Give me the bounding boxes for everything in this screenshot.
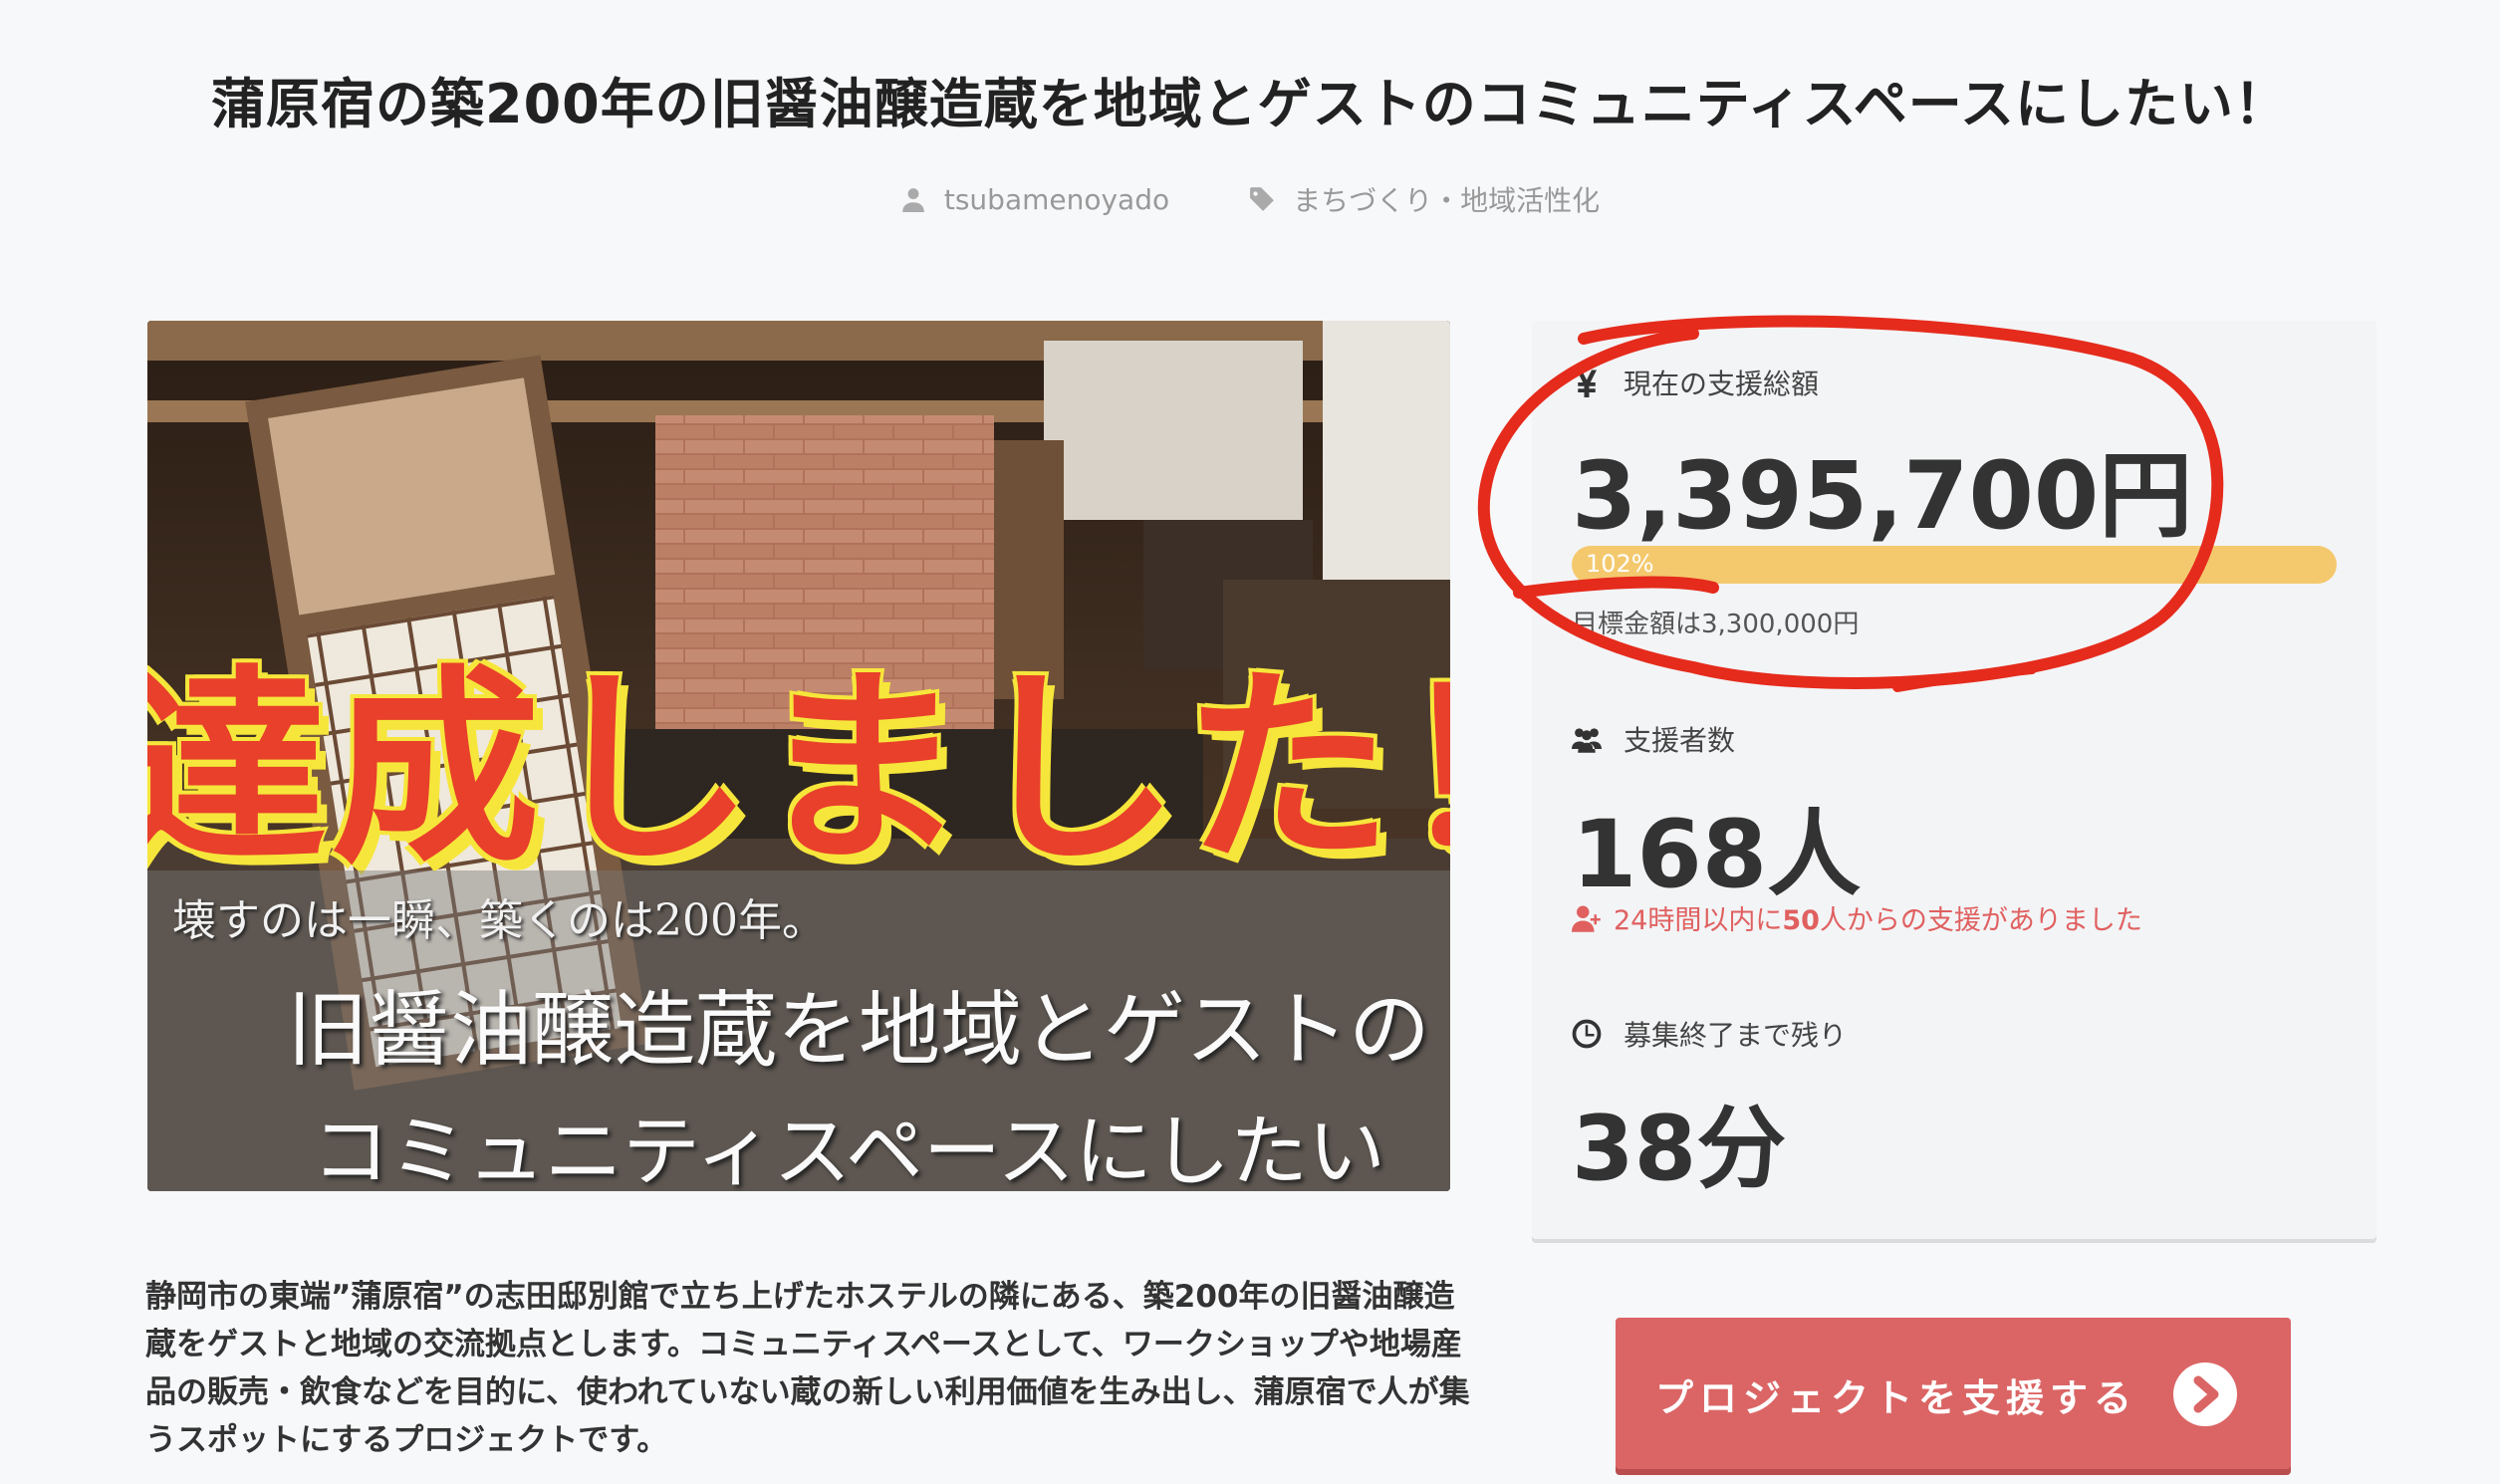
owner-link[interactable]: tsubamenoyado — [900, 179, 1169, 219]
recent-prefix: 24時間以内に — [1614, 905, 1783, 936]
support-button-label: プロジェクトを支援する — [1655, 1376, 2138, 1420]
supporters-label-row: 支援者数 — [1572, 719, 1735, 759]
chevron-right-icon — [2173, 1362, 2237, 1426]
owner-name: tsubamenoyado — [943, 182, 1170, 216]
achieved-banner: 達成しました！ — [147, 647, 1450, 891]
remaining-label: 募集終了まで残り — [1624, 1019, 1848, 1052]
recent-support-notice: 24時間以内に50人からの支援がありました — [1572, 898, 2142, 937]
goal-amount: 目標金額は3,300,000円 — [1572, 610, 1860, 639]
caption-small: 壊すのは一瞬、築くのは200年。 — [172, 895, 826, 946]
remaining-time: 38分 — [1572, 1097, 1787, 1201]
total-amount: 3,395,700円 — [1572, 442, 2193, 551]
progress-percent: 102% — [1586, 550, 1654, 578]
supporter-count: 168人 — [1572, 801, 1862, 909]
project-meta: tsubamenoyado まちづくり・地域活性化 — [0, 179, 2500, 219]
user-plus-icon — [1572, 905, 1601, 932]
caption-line-2: コミュニティスペースにしたい — [312, 1108, 1385, 1191]
remaining-label-row: 募集終了まで残り — [1572, 1014, 1847, 1054]
progress-fill — [1572, 546, 2337, 584]
caption-line-1: 旧醤油醸造蔵を地域とゲストの — [287, 983, 1431, 1078]
recent-suffix: 人からの支援がありました — [1819, 905, 2142, 936]
category-name: まちづくり・地域活性化 — [1293, 184, 1601, 217]
category-link[interactable]: まちづくり・地域活性化 — [1249, 179, 1600, 219]
project-title: 蒲原宿の築200年の旧醤油醸造蔵を地域とゲストのコミュニティスペースにしたい！ — [211, 73, 2289, 135]
support-project-button[interactable]: プロジェクトを支援する — [1616, 1318, 2291, 1469]
clock-icon — [1572, 1019, 1602, 1049]
amount-label: 現在の支援総額 — [1624, 368, 1820, 400]
funding-progress-bar: 102% — [1572, 546, 2337, 584]
project-description: 静岡市の東端”蒲原宿”の志田邸別館で立ち上げたホステルの隣にある、築200年の旧… — [145, 1279, 1470, 1458]
amount-label-row: 現在の支援総額 — [1572, 363, 1819, 402]
supporters-label: 支援者数 — [1624, 724, 1736, 757]
funding-stats-card: 現在の支援総額 3,395,700円 102% 目標金額は3,300,000円 … — [1532, 321, 2376, 1239]
yen-icon — [1577, 370, 1597, 397]
tag-icon — [1250, 187, 1275, 211]
project-hero-image: 達成しました！ 壊すのは一瞬、築くのは200年。 旧醤油醸造蔵を地域とゲストの … — [147, 321, 1450, 1191]
user-icon — [902, 188, 924, 212]
recent-count: 50 — [1782, 905, 1820, 936]
users-icon — [1572, 728, 1602, 753]
